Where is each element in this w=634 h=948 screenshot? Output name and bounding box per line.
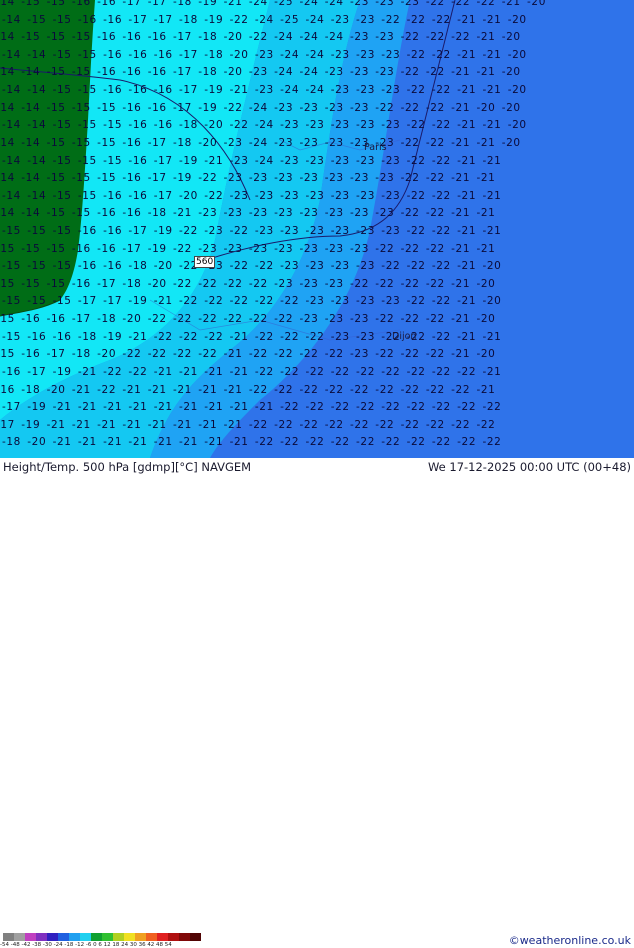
value-row: -14 -14 -15 -15 -16 -16 -18 -21 -23 -23 … [0, 207, 496, 220]
color-scale-swatch [168, 933, 179, 941]
value-row: -14 -14 -15 -15 -15 -16 -17 -19 -22 -23 … [0, 172, 496, 185]
value-row: -17 -19 -21 -21 -21 -21 -21 -21 -21 -21 … [2, 401, 502, 414]
value-grid: -14 -15 -15 -16 -16 -17 -17 -18 -19 -21 … [0, 0, 634, 458]
value-row: -15 -15 -15 -16 -16 -17 -19 -22 -23 -22 … [2, 225, 502, 237]
value-row: -14 -14 -15 -15 -15 -16 -16 -18 -20 -22 … [2, 119, 527, 132]
value-row: -16 -18 -20 -21 -22 -21 -21 -21 -21 -21 … [0, 383, 496, 396]
value-row: -15 -16 -16 -17 -18 -20 -22 -22 -22 -22 … [0, 313, 496, 326]
contour-label-560: 560 [194, 256, 216, 268]
value-row: -15 -16 -16 -18 -19 -21 -22 -22 -22 -21 … [2, 330, 502, 343]
color-scale-ticks: -54 -48 -42 -38 -30 -24 -18 -12 -6 0 6 1… [0, 942, 172, 948]
color-scale-swatch [80, 933, 91, 941]
color-scale-swatch [157, 933, 168, 941]
color-scale-swatch [69, 933, 80, 941]
color-scale-swatch [102, 933, 113, 941]
color-scale [3, 933, 201, 941]
value-row: -14 -14 -15 -15 -15 -16 -17 -18 -20 -23 … [0, 136, 521, 149]
value-row: -14 -14 -15 -15 -16 -16 -17 -20 -22 -23 … [2, 189, 502, 202]
color-scale-swatch [47, 933, 58, 941]
color-scale-swatch [179, 933, 190, 941]
color-scale-swatch [58, 933, 69, 941]
forecast-map: -14 -15 -15 -16 -16 -17 -17 -18 -19 -21 … [0, 0, 634, 458]
value-row: -16 -17 -19 -21 -22 -22 -21 -21 -21 -21 … [2, 365, 502, 378]
color-scale-swatch [3, 933, 14, 941]
value-row: -15 -15 -15 -17 -17 -19 -21 -22 -22 -22 … [2, 295, 502, 308]
value-row: -14 -15 -15 -15 -16 -16 -16 -17 -18 -20 … [0, 31, 521, 44]
color-scale-swatch [36, 933, 47, 941]
color-scale-swatch [25, 933, 36, 941]
valid-time: We 17-12-2025 00:00 UTC (00+48) [427, 460, 631, 474]
value-row: -18 -20 -21 -21 -21 -21 -21 -21 -21 -21 … [2, 436, 502, 449]
value-row: -14 -14 -15 -15 -16 -16 -16 -17 -18 -20 … [0, 66, 521, 79]
city-label-dijon: Dijon [392, 331, 417, 342]
value-row: -14 -14 -15 -15 -16 -16 -16 -17 -19 -21 … [2, 84, 527, 97]
value-row: -14 -14 -15 -15 -16 -16 -16 -17 -18 -20 … [2, 48, 527, 61]
color-scale-swatch [14, 933, 25, 941]
color-scale-swatch [124, 933, 135, 941]
color-scale-swatch [146, 933, 157, 941]
value-row: -14 -14 -15 -15 -15 -16 -17 -19 -21 -23 … [2, 154, 502, 167]
value-row: -17 -19 -21 -21 -21 -21 -21 -21 -21 -21 … [0, 418, 496, 431]
color-scale-swatch [113, 933, 124, 941]
value-row: -14 -15 -15 -16 -16 -17 -17 -18 -19 -21 … [0, 0, 546, 8]
color-scale-swatch [190, 933, 201, 941]
color-scale-swatch [135, 933, 146, 941]
value-row: -15 -15 -15 -16 -16 -17 -19 -22 -23 -23 … [0, 242, 496, 255]
value-row: -15 -15 -15 -16 -16 -18 -20 -22 -23 -22 … [2, 260, 502, 273]
value-row: -14 -14 -15 -15 -15 -16 -16 -17 -19 -22 … [0, 101, 521, 114]
color-scale-swatch [91, 933, 102, 941]
chart-title: Height/Temp. 500 hPa [gdmp][°C] NAVGEM [3, 460, 252, 474]
value-row: -15 -15 -15 -16 -17 -18 -20 -22 -22 -22 … [0, 277, 496, 290]
city-label-paris: Paris [364, 142, 387, 153]
credit-link[interactable]: ©weatheronline.co.uk [509, 934, 631, 947]
footer: Height/Temp. 500 hPa [gdmp][°C] NAVGEM W… [0, 458, 634, 948]
value-row: -15 -16 -17 -18 -20 -22 -22 -22 -22 -21 … [0, 348, 496, 361]
value-row: -14 -15 -15 -16 -16 -17 -17 -18 -19 -22 … [2, 13, 527, 26]
